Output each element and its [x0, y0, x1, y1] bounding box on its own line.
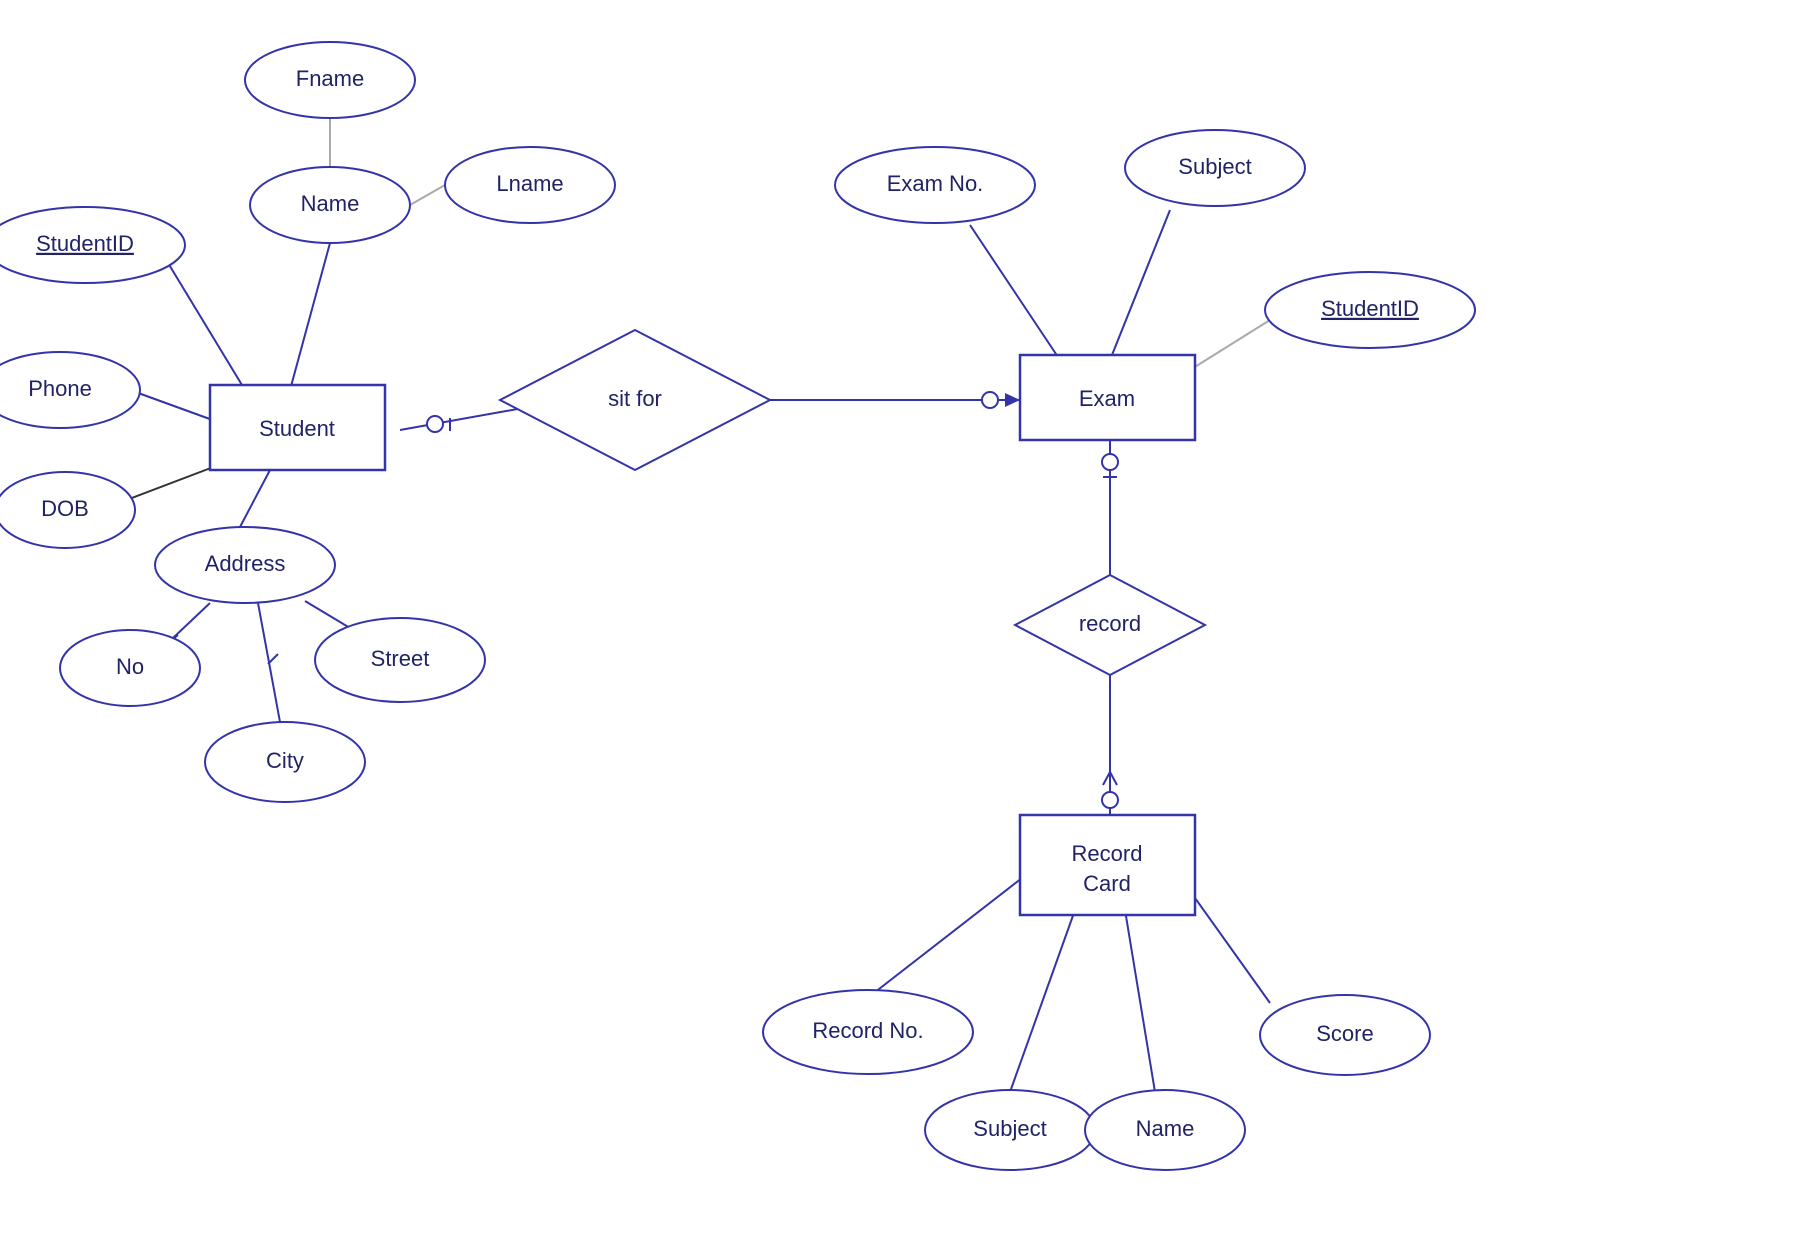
record-card-label-line1: Record: [1072, 841, 1143, 866]
record-card-label-line2: Card: [1083, 871, 1131, 896]
address-label: Address: [205, 551, 286, 576]
exam-no-label: Exam No.: [887, 171, 984, 196]
record-no-label: Record No.: [812, 1018, 923, 1043]
fname-label: Fname: [296, 66, 364, 91]
name-label: Name: [301, 191, 360, 216]
subject-rc-label: Subject: [973, 1116, 1046, 1141]
score-label: Score: [1316, 1021, 1373, 1046]
student-id2-label: StudentID: [1321, 296, 1419, 321]
city-label: City: [266, 748, 304, 773]
phone-label: Phone: [28, 376, 92, 401]
subject-exam-label: Subject: [1178, 154, 1251, 179]
lname-label: Lname: [496, 171, 563, 196]
student-id-label: StudentID: [36, 231, 134, 256]
record-label: record: [1079, 611, 1141, 636]
no-label: No: [116, 654, 144, 679]
student-label: Student: [259, 416, 335, 441]
name-rc-label: Name: [1136, 1116, 1195, 1141]
dob-label: DOB: [41, 496, 89, 521]
street-label: Street: [371, 646, 430, 671]
exam-label: Exam: [1079, 386, 1135, 411]
sit-for-label: sit for: [608, 386, 662, 411]
